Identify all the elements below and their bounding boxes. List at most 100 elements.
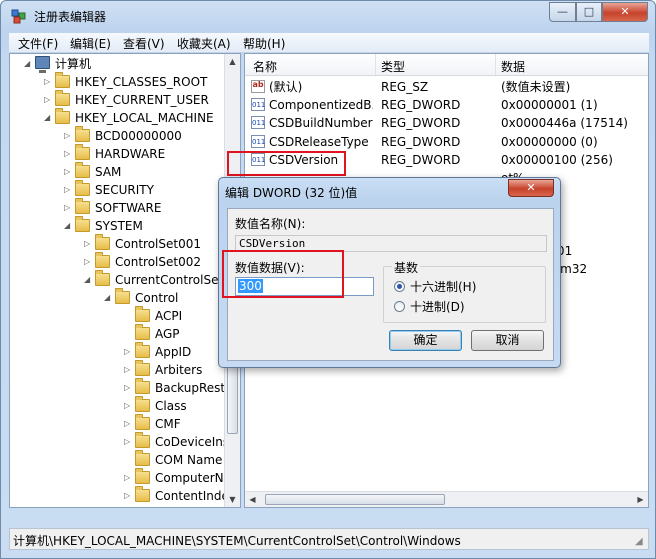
tree-node-label[interactable]: Control xyxy=(135,289,178,307)
scroll-right-arrow-icon[interactable]: ▶ xyxy=(633,492,648,507)
menu-view[interactable]: 查看(V) xyxy=(120,35,168,52)
list-scroll-thumb[interactable] xyxy=(265,494,445,505)
expand-arrow-icon[interactable]: ▷ xyxy=(84,239,92,248)
menu-file[interactable]: 文件(F) xyxy=(15,35,61,52)
tree-node[interactable]: ◢ 计算机 xyxy=(10,55,224,73)
tree-node[interactable]: ▷ SECURITY xyxy=(10,180,224,199)
column-type-header[interactable]: 类型 xyxy=(381,58,405,75)
column-data-header[interactable]: 数据 xyxy=(501,58,525,75)
collapse-arrow-icon[interactable]: ◢ xyxy=(84,275,92,284)
expand-arrow-icon[interactable]: ▷ xyxy=(44,77,52,86)
expand-arrow-icon[interactable]: ▷ xyxy=(124,491,132,500)
hex-radio[interactable] xyxy=(394,281,405,292)
column-name-header[interactable]: 名称 xyxy=(253,58,277,75)
tree-node-label[interactable]: HKEY_CURRENT_USER xyxy=(75,91,209,109)
dec-radio[interactable] xyxy=(394,301,405,312)
menu-favorites[interactable]: 收藏夹(A) xyxy=(174,35,234,52)
expand-arrow-icon[interactable]: ▷ xyxy=(64,149,72,158)
tree-node[interactable]: ◢ HKEY_LOCAL_MACHINE xyxy=(10,108,224,127)
tree-node-label[interactable]: Arbiters xyxy=(155,361,202,379)
tree-node[interactable]: ▷ ControlSet002 xyxy=(10,252,224,271)
expand-arrow-icon[interactable]: ▷ xyxy=(44,95,52,104)
registry-tree[interactable]: ◢ 计算机 ▷ HKEY_CLASSES_ROOT ▷ HKEY_CURRENT_USER… xyxy=(9,53,241,508)
cancel-button[interactable]: 取消 xyxy=(471,330,544,351)
tree-node[interactable]: ◢ Control xyxy=(10,288,224,307)
expand-arrow-icon[interactable]: ▷ xyxy=(124,401,132,410)
expand-arrow-icon[interactable]: ▷ xyxy=(124,347,132,356)
tree-node-label[interactable]: ComputerNa xyxy=(155,469,231,487)
expand-arrow-icon[interactable]: ▷ xyxy=(64,167,72,176)
tree-node-label[interactable]: ACPI xyxy=(155,307,182,325)
expand-arrow-icon[interactable]: ▷ xyxy=(124,365,132,374)
menu-edit[interactable]: 编辑(E) xyxy=(67,35,114,52)
dec-radio-label[interactable]: 十进制(D) xyxy=(410,298,465,315)
collapse-arrow-icon[interactable]: ◢ xyxy=(44,113,52,122)
expand-arrow-icon[interactable]: ▷ xyxy=(124,383,132,392)
minimize-button[interactable]: — xyxy=(549,2,576,22)
resize-grip-icon[interactable]: ◢ xyxy=(635,536,646,547)
tree-node-label[interactable]: AppID xyxy=(155,343,191,361)
expand-arrow-icon[interactable]: ▷ xyxy=(124,437,132,446)
tree-node[interactable]: ACPI xyxy=(10,306,224,325)
tree-node[interactable]: ▷ Class xyxy=(10,396,224,415)
expand-arrow-icon[interactable]: ▷ xyxy=(124,473,132,482)
tree-node[interactable]: ▷ BackupResto xyxy=(10,378,232,397)
tree-node-label[interactable]: SYSTEM xyxy=(95,217,143,235)
tree-node-label[interactable]: SAM xyxy=(95,163,121,181)
tree-node-label[interactable]: SECURITY xyxy=(95,181,154,199)
tree-node-label[interactable]: ControlSet001 xyxy=(115,235,201,253)
dialog-close-button[interactable]: ✕ xyxy=(508,179,554,197)
tree-node-label[interactable]: CMF xyxy=(155,415,181,433)
expand-arrow-icon[interactable]: ▷ xyxy=(84,257,92,266)
value-row[interactable]: ab (默认) REG_SZ (数值未设置) xyxy=(245,78,648,96)
tree-node-label[interactable]: 计算机 xyxy=(55,55,91,73)
tree-node[interactable]: ▷ HKEY_CLASSES_ROOT xyxy=(10,72,224,91)
tree-node-label[interactable]: HKEY_CLASSES_ROOT xyxy=(75,73,207,91)
maximize-button[interactable]: □ xyxy=(576,2,602,22)
tree-node-label[interactable]: CurrentControlSet xyxy=(115,271,223,289)
tree-node-label[interactable]: HARDWARE xyxy=(95,145,165,163)
tree-node[interactable]: ◢ CurrentControlSet xyxy=(10,270,224,289)
tree-node-label[interactable]: ControlSet002 xyxy=(115,253,201,271)
tree-node-label[interactable]: COM Name A xyxy=(155,451,234,469)
tree-node[interactable]: ▷ CMF xyxy=(10,414,224,433)
tree-node[interactable]: ▷ ComputerNa xyxy=(10,468,231,487)
ok-button[interactable]: 确定 xyxy=(389,330,462,351)
tree-node-label[interactable]: BackupResto xyxy=(155,379,232,397)
tree-node[interactable]: ▷ SOFTWARE xyxy=(10,198,224,217)
close-button[interactable]: ✕ xyxy=(602,2,648,22)
tree-node-label[interactable]: AGP xyxy=(155,325,180,343)
tree-node[interactable]: ▷ CoDeviceInst xyxy=(10,432,234,451)
menu-help[interactable]: 帮助(H) xyxy=(240,35,288,52)
tree-node[interactable]: ◢ SYSTEM xyxy=(10,216,224,235)
tree-node-label[interactable]: Class xyxy=(155,397,187,415)
expand-arrow-icon[interactable]: ▷ xyxy=(64,185,72,194)
tree-node[interactable]: ▷ Arbiters xyxy=(10,360,224,379)
column-divider[interactable] xyxy=(495,54,496,75)
tree-node[interactable]: ▷ ControlSet001 xyxy=(10,234,224,253)
expand-arrow-icon[interactable]: ▷ xyxy=(124,419,132,428)
expand-arrow-icon[interactable]: ▷ xyxy=(64,131,72,140)
tree-node[interactable]: ▷ SAM xyxy=(10,162,224,181)
collapse-arrow-icon[interactable]: ◢ xyxy=(104,293,112,302)
scroll-up-arrow-icon[interactable]: ▲ xyxy=(225,54,240,69)
scroll-left-arrow-icon[interactable]: ◀ xyxy=(245,492,260,507)
tree-node[interactable]: ▷ AppID xyxy=(10,342,224,361)
tree-node[interactable]: ▷ ContentIndex xyxy=(10,486,236,505)
hex-radio-label[interactable]: 十六进制(H) xyxy=(410,278,476,295)
column-divider[interactable] xyxy=(375,54,376,75)
list-horizontal-scrollbar[interactable]: ◀ ▶ xyxy=(245,491,648,507)
value-row[interactable]: 011 CSDReleaseType REG_DWORD 0x00000000 (0) xyxy=(245,133,648,151)
tree-node-label[interactable]: HKEY_LOCAL_MACHINE xyxy=(75,109,214,127)
collapse-arrow-icon[interactable]: ◢ xyxy=(24,59,32,68)
collapse-arrow-icon[interactable]: ◢ xyxy=(64,221,72,230)
tree-node-label[interactable]: CoDeviceInst xyxy=(155,433,234,451)
tree-node[interactable]: COM Name A xyxy=(10,450,234,469)
tree-node[interactable]: ▷ HARDWARE xyxy=(10,144,224,163)
value-row[interactable]: 011 ComponentizedB... REG_DWORD 0x00000001 … xyxy=(245,96,648,114)
tree-node[interactable]: ▷ BCD00000000 xyxy=(10,126,224,145)
expand-arrow-icon[interactable]: ▷ xyxy=(64,203,72,212)
tree-node-label[interactable]: SOFTWARE xyxy=(95,199,161,217)
tree-node[interactable]: ▷ HKEY_CURRENT_USER xyxy=(10,90,224,109)
tree-node-label[interactable]: BCD00000000 xyxy=(95,127,182,145)
